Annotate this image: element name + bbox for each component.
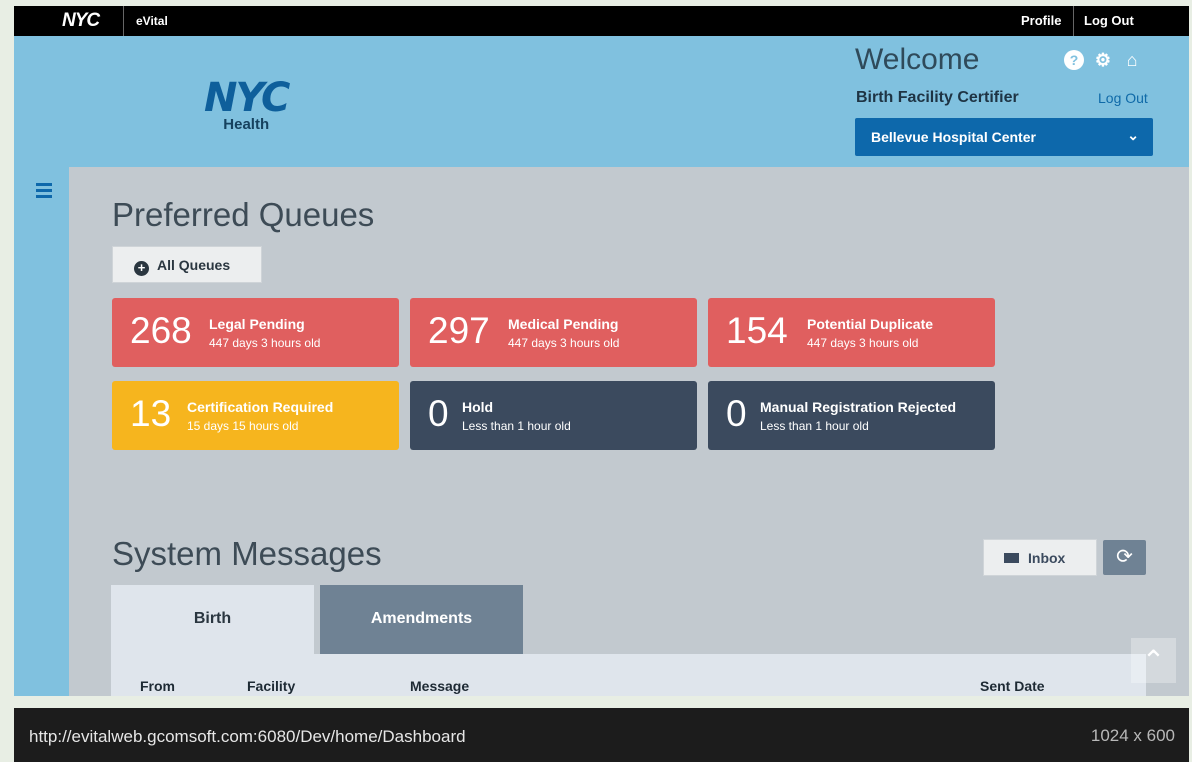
gear-icon[interactable]: ⚙ (1093, 50, 1113, 70)
header: NYC Health Welcome ? ⚙ ⌂ Birth Facility … (14, 36, 1189, 167)
queue-tile-hold[interactable]: 0 Hold Less than 1 hour old (410, 381, 697, 450)
sidebar (14, 167, 69, 696)
queue-tile-manual-registration-rejected[interactable]: 0 Manual Registration Rejected Less than… (708, 381, 995, 450)
profile-link[interactable]: Profile (1021, 13, 1061, 28)
top-bar: NYC eVital Profile Log Out (14, 6, 1189, 36)
viewport-size: 1024 x 600 (1090, 726, 1175, 745)
refresh-icon: ⟳ (1116, 546, 1133, 568)
queue-label: Legal Pending (209, 316, 305, 332)
queue-label: Manual Registration Rejected (760, 399, 957, 415)
menu-icon[interactable] (36, 183, 52, 201)
queue-tile-legal-pending[interactable]: 268 Legal Pending 447 days 3 hours old (112, 298, 399, 367)
envelope-icon (1004, 553, 1019, 563)
app-frame: NYC eVital Profile Log Out NYC Health We… (14, 6, 1189, 696)
app-name: eVital (136, 14, 168, 28)
queue-label: Potential Duplicate (807, 316, 934, 332)
messages-table: From Facility Message Sent Date (111, 654, 1146, 696)
queue-count: 297 (428, 310, 490, 351)
facility-value: Bellevue Hospital Center (871, 129, 1036, 145)
queue-label: Hold (462, 399, 494, 415)
chevron-down-icon: ⌄ (1127, 127, 1139, 143)
queues-title: Preferred Queues (112, 196, 375, 233)
top-logout-link[interactable]: Log Out (1084, 13, 1134, 28)
user-role: Birth Facility Certifier (856, 89, 1019, 106)
queue-count: 13 (130, 393, 172, 434)
queue-age: Less than 1 hour old (760, 419, 869, 433)
home-icon[interactable]: ⌂ (1122, 50, 1142, 70)
queue-count: 154 (726, 310, 788, 351)
all-queues-label: All Queues (157, 257, 231, 273)
queue-tile-medical-pending[interactable]: 297 Medical Pending 447 days 3 hours old (410, 298, 697, 367)
header-icons: ? ⚙ ⌂ (1064, 50, 1142, 70)
queue-label: Certification Required (187, 399, 334, 415)
tab-amendments[interactable]: Amendments (320, 585, 523, 654)
header-logout-link[interactable]: Log Out (1098, 90, 1148, 106)
nyc-logo: NYC (62, 10, 100, 31)
chevron-up-icon: ⌃ (1141, 645, 1166, 676)
divider (1073, 6, 1074, 36)
page-url: http://evitalweb.gcomsoft.com:6080/Dev/h… (29, 727, 466, 746)
inbox-label: Inbox (1028, 550, 1066, 566)
all-queues-button[interactable]: + All Queues (112, 246, 262, 283)
queue-tile-potential-duplicate[interactable]: 154 Potential Duplicate 447 days 3 hours… (708, 298, 995, 367)
queue-label: Medical Pending (508, 316, 619, 332)
status-footer: http://evitalweb.gcomsoft.com:6080/Dev/h… (14, 708, 1189, 762)
queue-age: 447 days 3 hours old (508, 336, 620, 350)
nyc-health-logo: NYC Health (204, 75, 290, 133)
facility-select[interactable]: Bellevue Hospital Center ⌄ (855, 118, 1153, 156)
queue-count: 0 (428, 393, 449, 434)
tab-birth[interactable]: Birth (111, 585, 314, 654)
plus-circle-icon: + (134, 261, 149, 276)
queue-count: 268 (130, 310, 192, 351)
welcome-title: Welcome (855, 43, 980, 76)
system-messages-title: System Messages (112, 535, 382, 572)
queue-count: 0 (726, 393, 747, 434)
queue-tile-certification-required[interactable]: 13 Certification Required 15 days 15 hou… (112, 381, 399, 450)
refresh-button[interactable]: ⟳ (1103, 540, 1146, 575)
scroll-to-top-button[interactable]: ⌃ (1131, 638, 1176, 683)
divider (123, 6, 124, 36)
queue-age: 447 days 3 hours old (209, 336, 321, 350)
question-icon[interactable]: ? (1064, 50, 1084, 70)
inbox-button[interactable]: Inbox (983, 539, 1097, 576)
column-sent-date[interactable]: Sent Date (980, 678, 1045, 694)
queue-age: 447 days 3 hours old (807, 336, 919, 350)
column-facility[interactable]: Facility (247, 678, 295, 694)
queue-age: 15 days 15 hours old (187, 419, 299, 433)
brand-mark: NYC (204, 75, 290, 121)
queue-age: Less than 1 hour old (462, 419, 571, 433)
column-message[interactable]: Message (410, 678, 469, 694)
column-from[interactable]: From (140, 678, 175, 694)
